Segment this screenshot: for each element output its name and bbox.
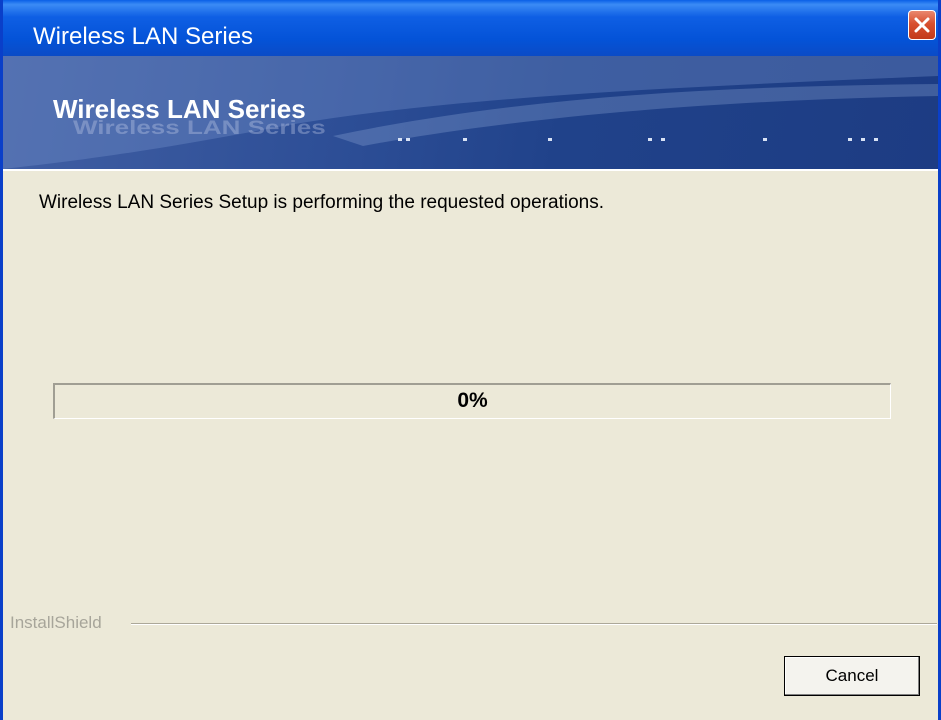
progress-percent-label: 0%	[457, 389, 488, 412]
cancel-button[interactable]: Cancel	[784, 656, 920, 696]
title-bar[interactable]: Wireless LAN Series	[3, 0, 938, 56]
header-banner: Wireless LAN Series Wireless LAN Series	[3, 56, 938, 169]
close-button[interactable]	[908, 10, 936, 40]
installshield-brand-label: InstallShield	[10, 613, 102, 632]
progress-bar: 0%	[53, 383, 891, 419]
banner-divider	[3, 169, 938, 171]
status-message: Wireless LAN Series Setup is performing …	[39, 192, 604, 213]
setup-window: Wireless LAN Series Wireless LAN Series …	[0, 0, 941, 720]
close-icon	[914, 17, 930, 33]
footer-separator	[131, 623, 937, 625]
banner-logo-text: Wireless LAN Series	[53, 94, 306, 124]
window-title: Wireless LAN Series	[33, 23, 254, 50]
